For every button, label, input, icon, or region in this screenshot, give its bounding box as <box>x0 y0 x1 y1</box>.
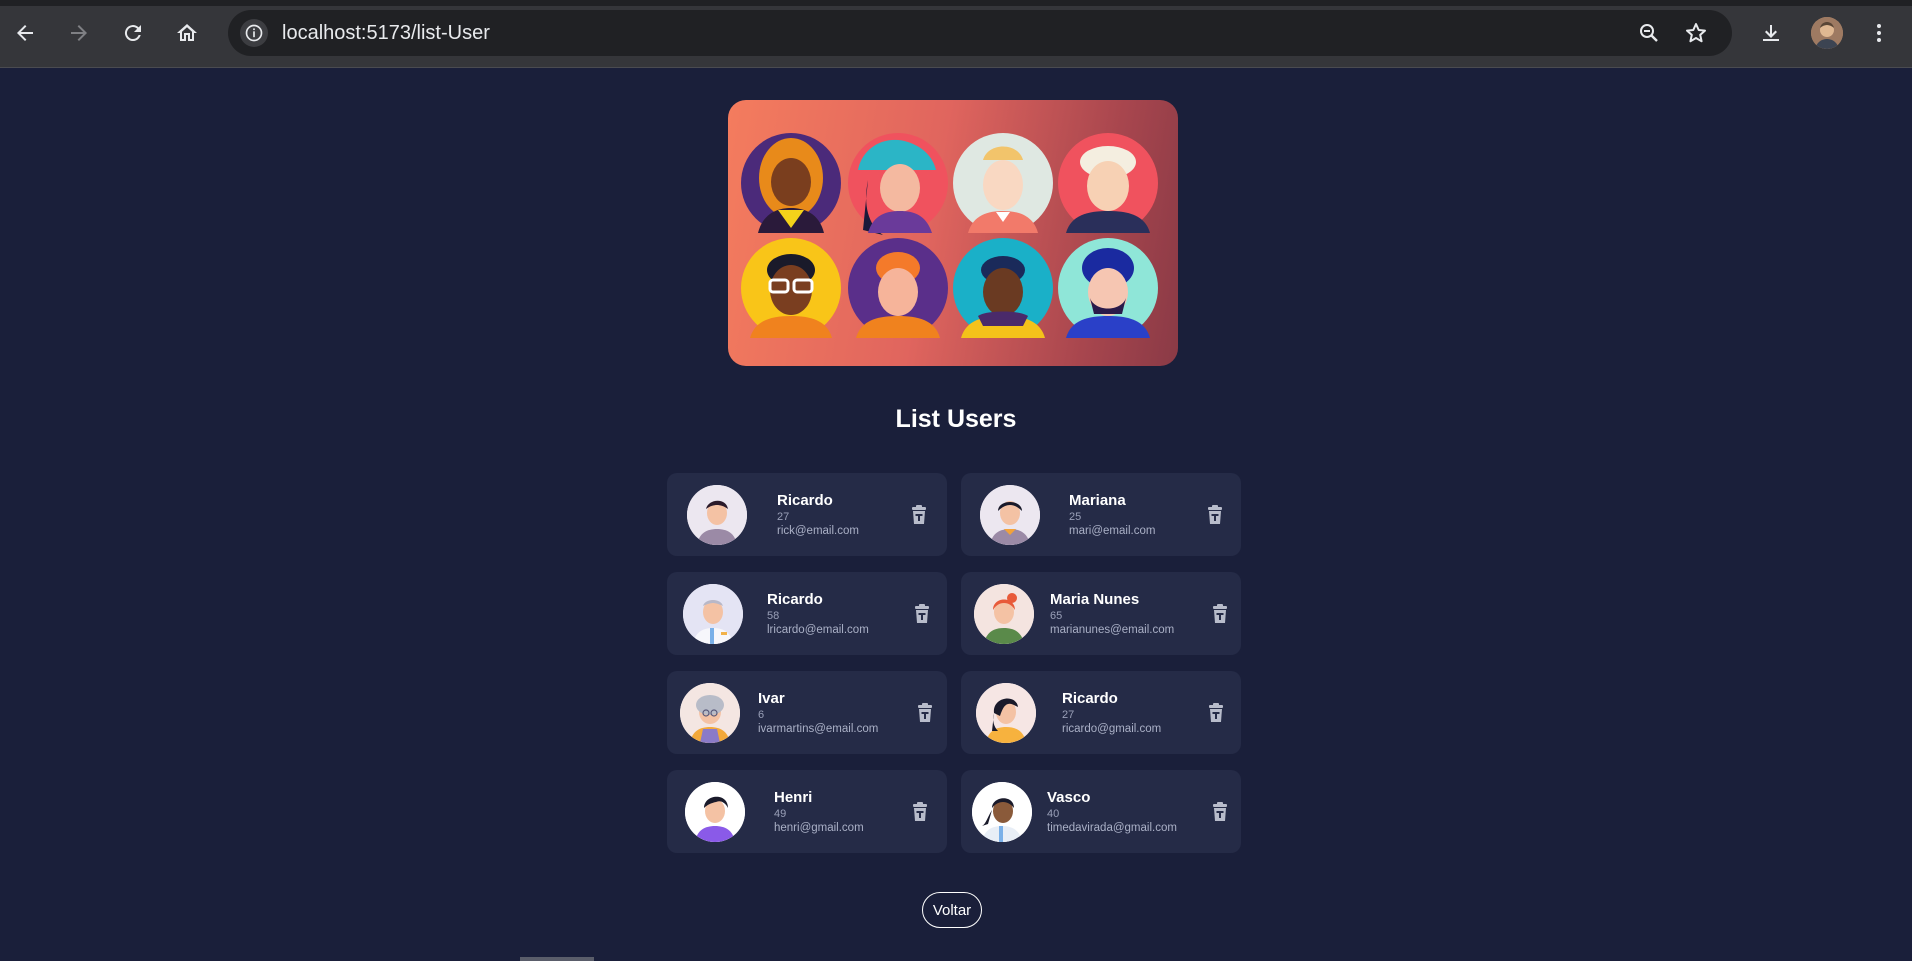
user-card: Vasco 40 timedavirada@gmail.com <box>961 770 1241 853</box>
user-card: Ricardo 58 lricardo@email.com <box>667 572 947 655</box>
user-name: Mariana <box>1069 492 1126 509</box>
user-email: henri@gmail.com <box>774 822 864 834</box>
user-age: 25 <box>1069 511 1082 523</box>
zoom-icon[interactable] <box>1635 19 1663 47</box>
user-avatar <box>974 584 1034 644</box>
horizontal-scrollbar[interactable] <box>520 957 594 961</box>
user-card: Ricardo 27 ricardo@gmail.com <box>961 671 1241 754</box>
user-age: 49 <box>774 808 787 820</box>
user-avatar <box>680 683 740 743</box>
trash-icon[interactable] <box>916 703 934 723</box>
user-email: marianunes@email.com <box>1050 624 1175 636</box>
star-icon[interactable] <box>1682 19 1710 47</box>
user-name: Maria Nunes <box>1050 591 1140 608</box>
avatar-illustration <box>741 133 841 233</box>
avatar-illustration <box>953 133 1053 233</box>
avatar-illustration <box>848 133 948 235</box>
user-age: 6 <box>758 709 765 721</box>
avatar-illustration <box>953 238 1053 338</box>
user-email: timedavirada@gmail.com <box>1047 822 1177 834</box>
profile-avatar[interactable] <box>1811 17 1843 49</box>
avatar-illustration <box>1058 133 1158 233</box>
user-email: mari@email.com <box>1069 525 1156 537</box>
user-avatar <box>683 584 743 644</box>
user-card: Ricardo 27 rick@email.com <box>667 473 947 556</box>
trash-icon[interactable] <box>913 604 931 624</box>
user-name: Ricardo <box>777 492 833 509</box>
user-email: rick@email.com <box>777 525 859 537</box>
user-age: 58 <box>767 610 780 622</box>
trash-icon[interactable] <box>911 802 929 822</box>
download-icon[interactable] <box>1752 14 1790 52</box>
url-text[interactable]: localhost:5173/list-User <box>282 22 490 45</box>
trash-icon[interactable] <box>910 505 928 525</box>
browser-toolbar: localhost:5173/list-User <box>0 0 1912 68</box>
user-name: Ricardo <box>1062 690 1118 707</box>
user-card: Maria Nunes 65 marianunes@email.com <box>961 572 1241 655</box>
back-button[interactable]: Voltar <box>922 892 982 928</box>
user-name: Vasco <box>1047 789 1091 806</box>
site-info-icon[interactable] <box>240 19 268 47</box>
avatar-illustration <box>1058 238 1158 338</box>
user-card: Mariana 25 mari@email.com <box>961 473 1241 556</box>
kebab-menu-icon[interactable] <box>1860 14 1898 52</box>
user-email: lricardo@email.com <box>767 624 869 636</box>
user-age: 27 <box>777 511 790 523</box>
trash-icon[interactable] <box>1211 802 1229 822</box>
user-card: Ivar 6 ivarmartins@email.com <box>667 671 947 754</box>
user-card: Henri 49 henri@gmail.com <box>667 770 947 853</box>
user-age: 65 <box>1050 610 1063 622</box>
user-age: 27 <box>1062 709 1075 721</box>
user-name: Ricardo <box>767 591 823 608</box>
trash-icon[interactable] <box>1211 604 1229 624</box>
avatar-illustration <box>741 238 841 338</box>
back-arrow-icon[interactable] <box>6 14 44 52</box>
reload-icon[interactable] <box>114 14 152 52</box>
avatar-illustration <box>848 238 948 338</box>
user-name: Ivar <box>758 690 785 707</box>
trash-icon[interactable] <box>1207 703 1225 723</box>
user-avatar <box>972 782 1032 842</box>
tab-strip <box>0 0 1912 6</box>
address-bar[interactable]: localhost:5173/list-User <box>228 10 1732 56</box>
trash-icon[interactable] <box>1206 505 1224 525</box>
user-age: 40 <box>1047 808 1060 820</box>
user-email: ricardo@gmail.com <box>1062 723 1162 735</box>
user-avatar <box>685 782 745 842</box>
user-name: Henri <box>774 789 813 806</box>
home-icon[interactable] <box>168 14 206 52</box>
forward-arrow-icon[interactable] <box>60 14 98 52</box>
user-avatar <box>687 485 747 545</box>
user-avatar <box>980 485 1040 545</box>
hero-avatars-image <box>728 100 1178 366</box>
user-email: ivarmartins@email.com <box>758 723 879 735</box>
user-avatar <box>976 683 1036 743</box>
page-title: List Users <box>895 405 1017 433</box>
